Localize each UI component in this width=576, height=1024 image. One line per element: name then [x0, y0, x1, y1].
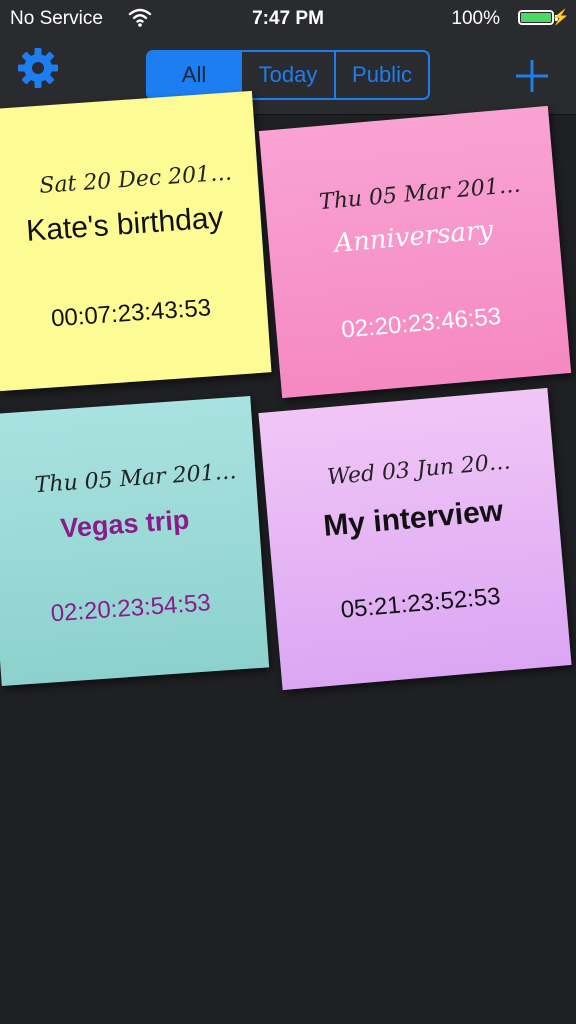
note-card-my-interview[interactable]: Wed 03 Jun 20… My interview 05:21:23:52:… [258, 387, 572, 691]
charging-icon: ⚡ [551, 9, 570, 26]
battery-percentage: 100% [451, 8, 500, 29]
gear-icon[interactable] [16, 46, 60, 90]
note-date: Sat 20 Dec 201… [38, 160, 233, 199]
segment-today[interactable]: Today [240, 52, 334, 98]
filter-segmented-control: All Today Public [146, 50, 430, 100]
note-title: Vegas trip [59, 504, 191, 544]
plus-icon[interactable] [514, 58, 550, 94]
note-card-anniversary[interactable]: Thu 05 Mar 201… Anniversary 02:20:23:46:… [258, 105, 572, 399]
note-title: My interview [322, 494, 505, 543]
note-date: Wed 03 Jun 20… [326, 449, 512, 491]
note-countdown: 02:20:23:46:53 [340, 302, 503, 344]
note-title: Kate's birthday [25, 201, 225, 248]
status-bar: No Service 7:47 PM 100% ⚡ [0, 0, 576, 38]
note-date: Thu 05 Mar 201… [33, 459, 238, 499]
battery-icon [518, 10, 554, 25]
note-countdown: 00:07:23:43:53 [50, 294, 212, 333]
segment-all[interactable]: All [148, 52, 240, 98]
segment-public[interactable]: Public [334, 52, 428, 98]
note-card-vegas-trip[interactable]: Thu 05 Mar 201… Vegas trip 02:20:23:54:5… [0, 395, 270, 687]
note-countdown: 02:20:23:54:53 [49, 589, 212, 628]
note-title: Anniversary [333, 215, 495, 259]
note-card-kates-birthday[interactable]: Sat 20 Dec 201… Kate's birthday 00:07:23… [0, 90, 272, 392]
note-countdown: 05:21:23:52:53 [339, 582, 502, 624]
note-date: Thu 05 Mar 201… [318, 172, 522, 216]
